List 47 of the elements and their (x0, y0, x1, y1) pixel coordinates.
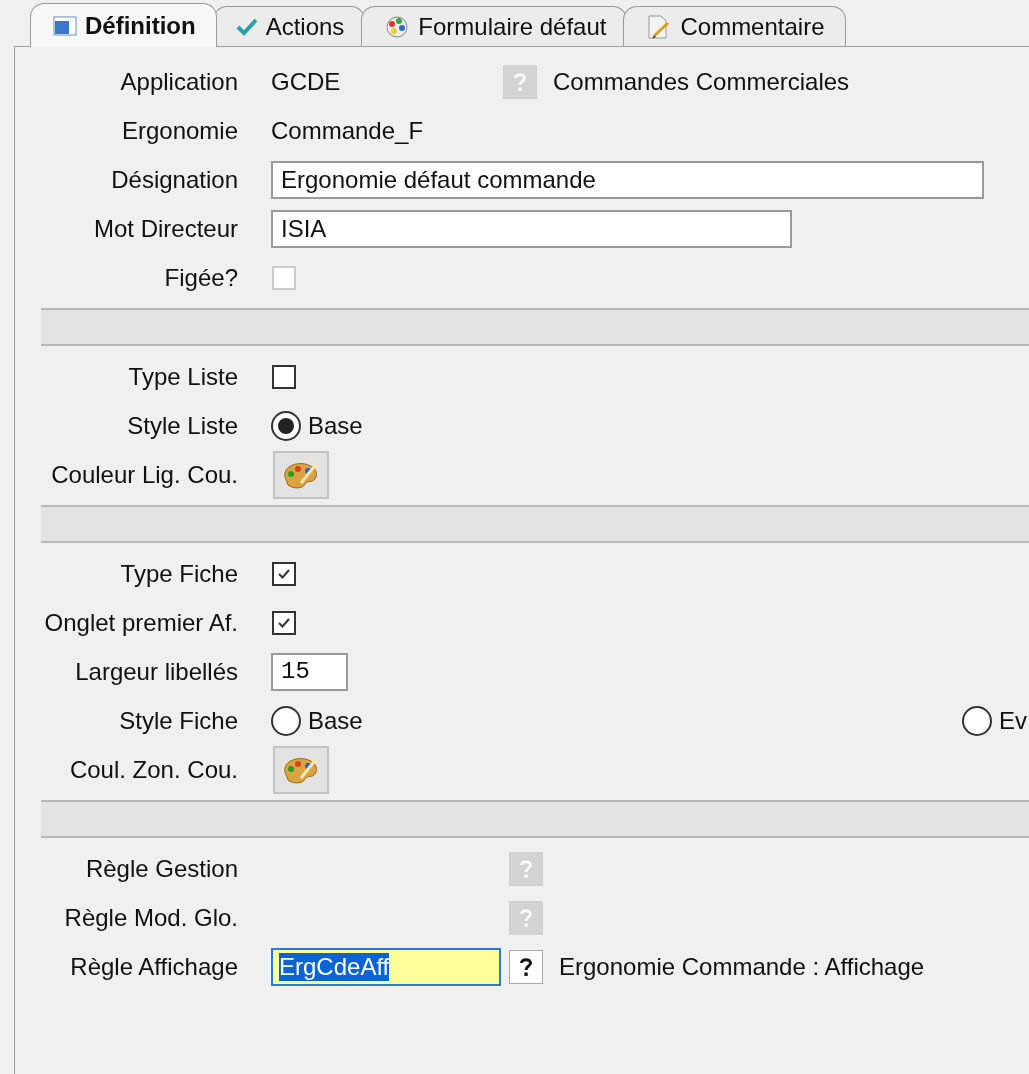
field-value: GCDE (271, 67, 342, 96)
field-label: Type Liste (127, 362, 238, 391)
field-label: Coul. Zon. Cou. (68, 755, 238, 784)
field-label: Ergonomie (120, 116, 238, 145)
field-value: Commande_F (271, 116, 425, 145)
tab-label: Définition (85, 11, 196, 40)
field-label: Type Fiche (119, 559, 238, 588)
question-icon (513, 71, 527, 92)
field-label: Style Liste (126, 411, 238, 440)
radio-label: Base (308, 411, 363, 440)
tab-label: Actions (265, 12, 345, 41)
radio-label: Ev (999, 706, 1027, 735)
radio-button[interactable] (271, 410, 301, 441)
color-button[interactable] (273, 450, 329, 499)
question-icon (519, 907, 533, 928)
field-label: Règle Affichage (69, 952, 238, 981)
field-label: Désignation (110, 165, 238, 194)
radio-button[interactable] (271, 705, 301, 736)
description-text: Commandes Commerciales (553, 67, 850, 96)
radio-label: Base (308, 706, 363, 735)
checkbox[interactable] (272, 561, 296, 586)
tab-label: Formulaire défaut (418, 12, 607, 41)
tab[interactable]: Commentaire (623, 6, 846, 46)
text-field[interactable]: Ergonomie défaut commande (271, 160, 984, 199)
palette-icon (384, 14, 411, 39)
window-icon (53, 14, 77, 37)
field-label: Règle Mod. Glo. (63, 903, 238, 932)
radio-button[interactable] (962, 705, 992, 736)
checkbox[interactable] (272, 610, 296, 635)
field-label: Style Fiche (118, 706, 238, 735)
text-field[interactable]: ISIA (271, 209, 792, 248)
help-button[interactable] (509, 949, 543, 984)
tab[interactable]: Définition (30, 3, 217, 47)
question-icon (519, 858, 533, 879)
field-label: Onglet premier Af. (43, 608, 238, 637)
field-label: Couleur Lig. Cou. (50, 460, 238, 489)
field-label: Figée? (163, 263, 238, 292)
color-button[interactable] (273, 745, 329, 794)
question-icon (519, 956, 533, 977)
tab-label: Commentaire (680, 12, 825, 41)
field-label: Règle Gestion (84, 854, 238, 883)
description-text: Ergonomie Commande : Affichage (559, 952, 925, 981)
field-label: Mot Directeur (92, 214, 238, 243)
field-label: Largeur libellés (74, 657, 238, 686)
checkbox[interactable] (272, 364, 296, 389)
text-field[interactable]: 15 (271, 652, 348, 691)
field-label: Application (119, 67, 238, 96)
